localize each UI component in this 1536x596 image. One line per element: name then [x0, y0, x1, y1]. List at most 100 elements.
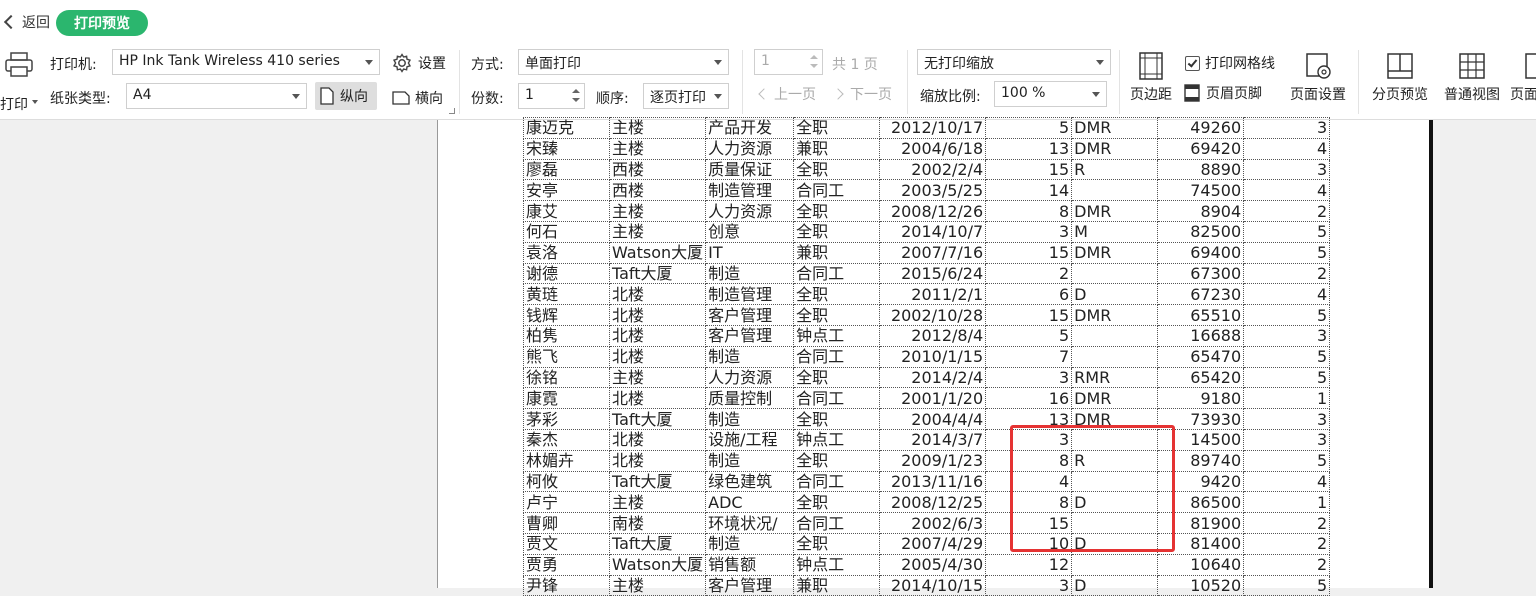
table-cell: 制造管理 [705, 283, 795, 306]
paper-type-select[interactable]: A4 [126, 83, 307, 109]
portrait-button[interactable]: 纵向 [315, 82, 377, 110]
chevron-down-icon [1092, 92, 1100, 97]
landscape-button[interactable]: 横向 [392, 88, 443, 108]
header-footer-button[interactable]: 页眉页脚 [1184, 83, 1262, 103]
table-cell: 林媚卉 [523, 449, 610, 472]
table-cell: 8904 [1157, 200, 1245, 222]
table-cell: 10640 [1157, 553, 1245, 576]
page-number-input[interactable]: 1 [754, 49, 823, 75]
table-cell: 曹卿 [523, 512, 610, 534]
table-cell: 69400 [1157, 241, 1245, 264]
preview-background [0, 120, 437, 588]
table-cell: 全职 [793, 532, 881, 555]
table-cell: 制造管理 [705, 179, 795, 202]
table-cell: 主楼 [608, 491, 707, 514]
table-cell: 北楼 [608, 283, 707, 306]
copies-value: 1 [525, 87, 534, 103]
page-break-preview-button[interactable]: 分页预览 [1368, 52, 1432, 104]
table-cell: D [1071, 574, 1159, 596]
table-row: 谢德 Taft大厦 制造 合同工 2015/6/24 2 67300 2 [523, 262, 1331, 285]
back-label: 返回 [22, 15, 50, 31]
table-cell: 人力资源 [705, 137, 795, 160]
copies-stepper[interactable] [568, 84, 584, 108]
table-cell: 制造 [705, 345, 795, 368]
table-cell: 贾勇 [523, 553, 610, 576]
page-stepper[interactable] [806, 50, 822, 74]
printer-select[interactable]: HP Ink Tank Wireless 410 series [112, 49, 380, 75]
table-cell: 2007/4/29 [879, 532, 987, 555]
table-cell: 3 [1243, 117, 1331, 139]
print-dropdown-caret-icon[interactable] [32, 100, 38, 104]
table-cell: 67300 [1157, 262, 1245, 285]
table-row: 熊飞 北楼 制造 合同工 2010/1/15 7 65470 5 [523, 345, 1331, 368]
table-cell: 制造 [705, 449, 795, 472]
table-cell: 绿色建筑 [705, 470, 795, 493]
table-row: 袁洛 Watson大厦 IT 兼职 2007/7/16 15 DMR 69400 5 [523, 241, 1331, 264]
scaling-select[interactable]: 无打印缩放 [917, 49, 1111, 75]
table-cell: 尹锋 [523, 574, 610, 596]
table-cell [1071, 324, 1159, 347]
table-cell: 袁洛 [523, 241, 610, 264]
back-button[interactable]: 返回 [2, 11, 50, 33]
table-cell: 15 [985, 241, 1073, 264]
page-setup-icon [1306, 53, 1331, 79]
divider [742, 50, 743, 114]
zoom-select[interactable]: 100 % [994, 81, 1107, 107]
table-cell: 全职 [793, 200, 881, 222]
prev-page-button[interactable]: 上一页 [756, 84, 816, 104]
table-cell: 3 [985, 574, 1073, 596]
table-cell: 全职 [793, 366, 881, 389]
page-layout-view-button[interactable]: 页面 [1510, 52, 1536, 120]
page-layout-label: 页面 [1510, 87, 1536, 103]
table-cell: 1 [1243, 491, 1331, 514]
table-cell: 2012/8/4 [879, 324, 987, 347]
table-cell: 2012/10/17 [879, 117, 987, 139]
table-cell: 2001/1/20 [879, 387, 987, 410]
table-cell [1071, 179, 1159, 202]
scaling-value: 无打印缩放 [924, 56, 994, 72]
table-cell: 北楼 [608, 387, 707, 410]
divider [1119, 50, 1120, 114]
table-cell: 兼职 [793, 574, 881, 596]
table-cell: 贾文 [523, 532, 610, 555]
print-gridlines-checkbox[interactable]: 打印网格线 [1185, 53, 1275, 73]
table-cell: 16688 [1157, 324, 1245, 347]
page-setup-button[interactable]: 页面设置 [1286, 52, 1350, 104]
table-cell: 5 [1243, 449, 1331, 472]
print-button[interactable]: 打印 [0, 52, 38, 113]
page-layout-icon [1525, 53, 1536, 79]
order-label: 顺序: [596, 91, 629, 107]
table-cell [1071, 470, 1159, 493]
table-cell: 2005/4/30 [879, 553, 987, 576]
table-cell: 北楼 [608, 324, 707, 347]
print-method-select[interactable]: 单面打印 [518, 49, 729, 75]
table-cell: DMR [1071, 200, 1159, 222]
next-page-button[interactable]: 下一页 [832, 84, 892, 104]
print-order-select[interactable]: 逐页打印 [643, 83, 729, 109]
dialog-launcher-icon[interactable] [449, 108, 455, 114]
printer-settings-button[interactable]: 设置 [392, 53, 446, 73]
table-cell: 合同工 [793, 262, 881, 285]
copies-input[interactable]: 1 [518, 83, 585, 109]
table-cell: 65510 [1157, 304, 1245, 326]
table-cell: 65420 [1157, 366, 1245, 389]
table-cell [1071, 512, 1159, 534]
table-cell: 2009/1/23 [879, 449, 987, 472]
margins-button[interactable]: 页边距 [1126, 52, 1176, 104]
table-cell: DMR [1071, 387, 1159, 410]
table-cell: 茅彩 [523, 408, 610, 430]
table-cell: 产品开发 [705, 117, 795, 139]
page-break-preview-icon [1387, 53, 1413, 79]
table-cell: 8890 [1157, 158, 1245, 181]
table-cell: 2 [1243, 532, 1331, 555]
table-cell: DMR [1071, 137, 1159, 160]
table-cell: 3 [985, 220, 1073, 243]
print-preview-page[interactable]: 康迈克 主楼 产品开发 全职 2012/10/17 5 DMR 49260 3 宋臻 主楼 人力资源兼… [437, 117, 1429, 596]
table-cell: 16 [985, 387, 1073, 410]
table-cell: 制造 [705, 262, 795, 285]
table-cell: 2008/12/26 [879, 200, 987, 222]
normal-view-button[interactable]: 普通视图 [1440, 52, 1504, 104]
table-cell: 西楼 [608, 179, 707, 202]
header-footer-icon [1184, 84, 1200, 102]
table-cell: 3 [1243, 324, 1331, 347]
